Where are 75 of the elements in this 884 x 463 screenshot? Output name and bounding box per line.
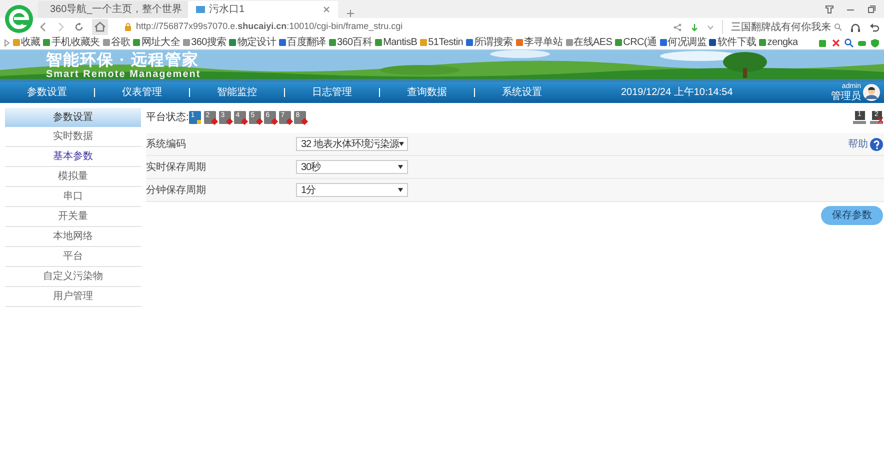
close-icon[interactable]: [323, 6, 330, 13]
bookmark[interactable]: 何况调监: [660, 36, 706, 48]
sidebar-header: 参数设置: [5, 108, 141, 127]
headphones-icon[interactable]: [850, 22, 861, 32]
close-icon[interactable]: [831, 38, 841, 48]
sidebar-item[interactable]: 平台: [5, 247, 141, 267]
bookmark[interactable]: 360百科: [328, 36, 372, 48]
nav-item[interactable]: 仪表管理: [95, 85, 189, 100]
back-icon[interactable]: [38, 22, 48, 32]
user-role: 管理员: [831, 91, 861, 102]
search-text: 三国翻牌战有何你我来: [731, 20, 831, 34]
bookmark[interactable]: 物定设计: [229, 36, 276, 48]
home-icon[interactable]: [92, 19, 108, 35]
bookmark[interactable]: 51Testin: [420, 36, 464, 48]
sidebar-item[interactable]: 基本参数: [5, 147, 141, 167]
bookmark[interactable]: 360搜索: [183, 36, 226, 48]
bookmark[interactable]: 手机收藏夹: [43, 36, 100, 48]
search-icon[interactable]: [834, 23, 842, 31]
platform-status-label: 平台状态:: [146, 110, 189, 125]
bookmark[interactable]: 李寻单站: [516, 36, 563, 48]
sidebar-item[interactable]: 实时数据: [5, 127, 141, 147]
bookmark[interactable]: 百度翻译: [279, 36, 326, 48]
nav-item[interactable]: 智能监控: [190, 85, 284, 100]
dropdown-field[interactable]: 30秒: [296, 160, 408, 174]
nav-item[interactable]: 系统设置: [475, 85, 569, 100]
nav-item[interactable]: 参数设置: [0, 85, 94, 100]
field-label: 系统编码: [146, 138, 187, 152]
search-icon[interactable]: [844, 38, 854, 48]
dropdown-field[interactable]: 1分: [296, 183, 408, 197]
nav-item[interactable]: 日志管理: [285, 85, 379, 100]
bookmark[interactable]: 所谓搜索: [466, 36, 513, 48]
help-link[interactable]: 帮助: [848, 136, 868, 152]
tab-title: 污水口1: [209, 2, 245, 17]
refresh-icon[interactable]: [74, 22, 84, 32]
bookmark[interactable]: 谷歌: [102, 36, 130, 48]
dropdown-caret-icon[interactable]: [707, 24, 714, 30]
lock-icon: [124, 23, 132, 31]
caret-icon: [398, 188, 403, 192]
sidebar-item[interactable]: 模拟量: [5, 167, 141, 187]
sidebar-item[interactable]: 自定义污染物: [5, 267, 141, 287]
dropdown-field[interactable]: 32 地表水体环境污染源: [296, 137, 408, 151]
bookmark[interactable]: zengka: [759, 36, 798, 48]
bookmark[interactable]: CRC(通: [615, 36, 657, 48]
field-label: 分钟保存周期: [146, 184, 207, 198]
banner-subtitle: Smart Remote Management: [46, 69, 201, 80]
browser-tab[interactable]: 360导航_一个主页，整个世界: [38, 1, 188, 18]
undo-icon[interactable]: [869, 22, 880, 32]
caret-icon: [398, 142, 404, 146]
help-icon[interactable]: [870, 138, 883, 150]
search-field[interactable]: 三国翻牌战有何你我来: [722, 20, 842, 34]
bookmark[interactable]: 软件下载: [709, 36, 756, 48]
download-icon[interactable]: [690, 22, 699, 32]
sidebar-toggle-icon[interactable]: [4, 38, 10, 46]
nav-item[interactable]: 查询数据: [380, 85, 474, 100]
shield-icon[interactable]: [870, 38, 880, 48]
address-bar[interactable]: http://756877x99s7070.e.shucaiyi.cn:10010/cgi-bin/frame_stru.cgi: [116, 20, 714, 34]
image-icon: [196, 6, 205, 13]
bookmark[interactable]: MantisB: [375, 36, 418, 48]
maximize-icon[interactable]: [867, 4, 876, 14]
bookmark[interactable]: 收藏: [13, 36, 40, 48]
sidebar-item[interactable]: 本地网络: [5, 227, 141, 247]
sidebar-item[interactable]: 用户管理: [5, 287, 141, 307]
field-label: 实时保存周期: [146, 160, 207, 174]
url-text: http://756877x99s7070.e.shucaiyi.cn:10010/cgi-bin/frame_stru.cgi: [136, 20, 403, 34]
avatar-icon[interactable]: [863, 84, 880, 101]
sidebar-item[interactable]: 串口: [5, 187, 141, 207]
bookmark[interactable]: 网址大全: [133, 36, 180, 48]
bookmark[interactable]: 在线AES: [566, 36, 612, 48]
date-time: 2019/12/24 上午10:14:54: [621, 86, 733, 100]
sidebar-item[interactable]: 开关量: [5, 207, 141, 227]
tab-title: 360导航_一个主页，整个世界: [50, 2, 182, 17]
save-button[interactable]: 保存参数: [821, 206, 883, 225]
share-icon[interactable]: [673, 22, 682, 32]
browser-tab[interactable]: 污水口1: [188, 1, 338, 18]
caret-icon: [398, 165, 403, 169]
